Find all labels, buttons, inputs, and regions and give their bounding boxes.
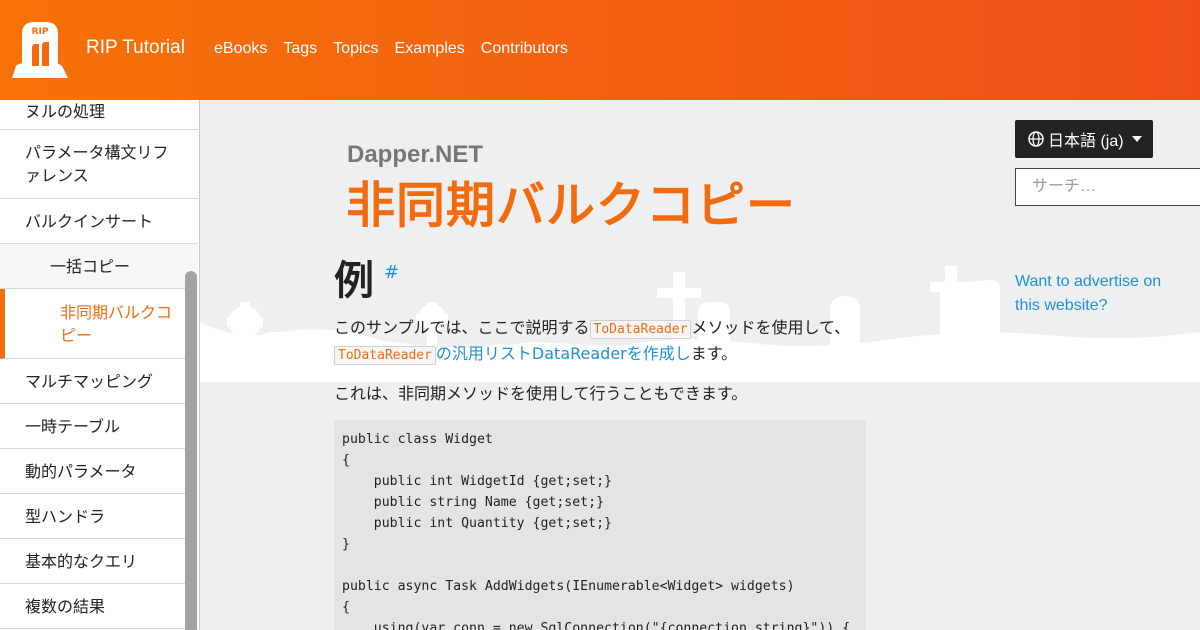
main-nav: eBooks Tags Topics Examples Contributors bbox=[214, 40, 568, 58]
async-note: これは、非同期メソッドを使用して行うこともできます。 bbox=[334, 384, 748, 403]
top-navbar: RIP RIP Tutorial eBooks Tags Topics Exam… bbox=[0, 0, 1200, 100]
sidebar-item-label: 型ハンドラ bbox=[25, 506, 106, 526]
sidebar-item-basic-queries[interactable]: 基本的なクエリ bbox=[0, 539, 198, 584]
sidebar-item-multi-mapping[interactable]: マルチマッピング bbox=[0, 359, 198, 404]
sidebar-item-null-handling[interactable]: ヌルの処理 bbox=[0, 100, 198, 130]
nav-contributors[interactable]: Contributors bbox=[481, 40, 568, 58]
sidebar-item-label: 動的パラメータ bbox=[25, 461, 137, 481]
inline-code: ToDataReader bbox=[589, 320, 692, 339]
sidebar-item-label: 一時テーブル bbox=[25, 416, 121, 436]
sidebar-item-label: バルクインサート bbox=[25, 211, 154, 231]
search-input[interactable] bbox=[1015, 168, 1200, 206]
description-text: このサンプルでは、ここで説明する bbox=[334, 318, 590, 337]
nav-examples[interactable]: Examples bbox=[395, 40, 465, 58]
brand-title[interactable]: RIP Tutorial bbox=[86, 37, 185, 59]
nav-ebooks[interactable]: eBooks bbox=[214, 40, 267, 58]
logo-text: RIP bbox=[32, 27, 49, 37]
sidebar-item-label: マルチマッピング bbox=[25, 371, 154, 391]
language-dropdown-button[interactable]: 日本語 (ja) bbox=[1015, 120, 1153, 158]
example-description: このサンプルでは、ここで説明する ToDataReader メソッドを使用して、To… bbox=[334, 316, 874, 368]
code-text[interactable]: public class Widget { public int WidgetI… bbox=[342, 429, 858, 630]
sidebar-item-label: 一括コピー bbox=[50, 256, 131, 276]
sidebar-item-bulk-copy[interactable]: 一括コピー bbox=[0, 244, 198, 289]
sidebar-item-temp-tables[interactable]: 一時テーブル bbox=[0, 404, 198, 449]
datareader-link[interactable]: の汎用リストDataReaderを作成し bbox=[436, 344, 691, 363]
caret-down-icon bbox=[1131, 136, 1142, 142]
topic-sidebar: ヌルの処理 パラメータ構文リファレンス バルクインサート 一括コピー 非同期バル… bbox=[0, 100, 200, 630]
sidebar-item-async-bulk-copy[interactable]: 非同期バルクコピー bbox=[0, 289, 198, 359]
sidebar-item-dynamic-parameters[interactable]: 動的パラメータ bbox=[0, 449, 198, 494]
sidebar-item-label: 非同期バルクコピー bbox=[60, 302, 173, 345]
code-sample[interactable]: public class Widget { public int WidgetI… bbox=[334, 420, 866, 630]
breadcrumb[interactable]: Dapper.NET bbox=[347, 141, 483, 169]
sidebar-scrollbar-thumb[interactable] bbox=[185, 271, 197, 630]
globe-icon bbox=[1028, 131, 1044, 147]
advertise-link[interactable]: Want to advertise on this website? bbox=[1015, 270, 1185, 318]
sidebar-item-label: パラメータ構文リファレンス bbox=[25, 143, 169, 185]
nav-tags[interactable]: Tags bbox=[283, 40, 317, 58]
sidebar-item-type-handlers[interactable]: 型ハンドラ bbox=[0, 494, 198, 539]
rip-tombstone-logo-icon[interactable]: RIP bbox=[12, 20, 68, 78]
description-text: メソッドを使用して、 bbox=[691, 318, 851, 337]
section-anchor-link[interactable]: # bbox=[384, 262, 399, 283]
section-heading: 例 bbox=[334, 258, 374, 304]
sidebar-item-bulk-insert[interactable]: バルクインサート bbox=[0, 199, 198, 244]
sidebar-item-parameter-syntax[interactable]: パラメータ構文リファレンス bbox=[0, 130, 198, 199]
sidebar-item-label: 基本的なクエリ bbox=[25, 551, 138, 571]
inline-code: ToDataReader bbox=[334, 346, 436, 365]
sidebar-item-label: ヌルの処理 bbox=[25, 101, 106, 121]
page-title: 非同期バルクコピー bbox=[346, 177, 797, 234]
sidebar-item-label: 複数の結果 bbox=[25, 596, 106, 616]
sidebar-item-multiple-results[interactable]: 複数の結果 bbox=[0, 584, 198, 629]
language-label: 日本語 (ja) bbox=[1048, 133, 1124, 150]
nav-topics[interactable]: Topics bbox=[333, 40, 378, 58]
description-text: ます。 bbox=[690, 344, 738, 363]
